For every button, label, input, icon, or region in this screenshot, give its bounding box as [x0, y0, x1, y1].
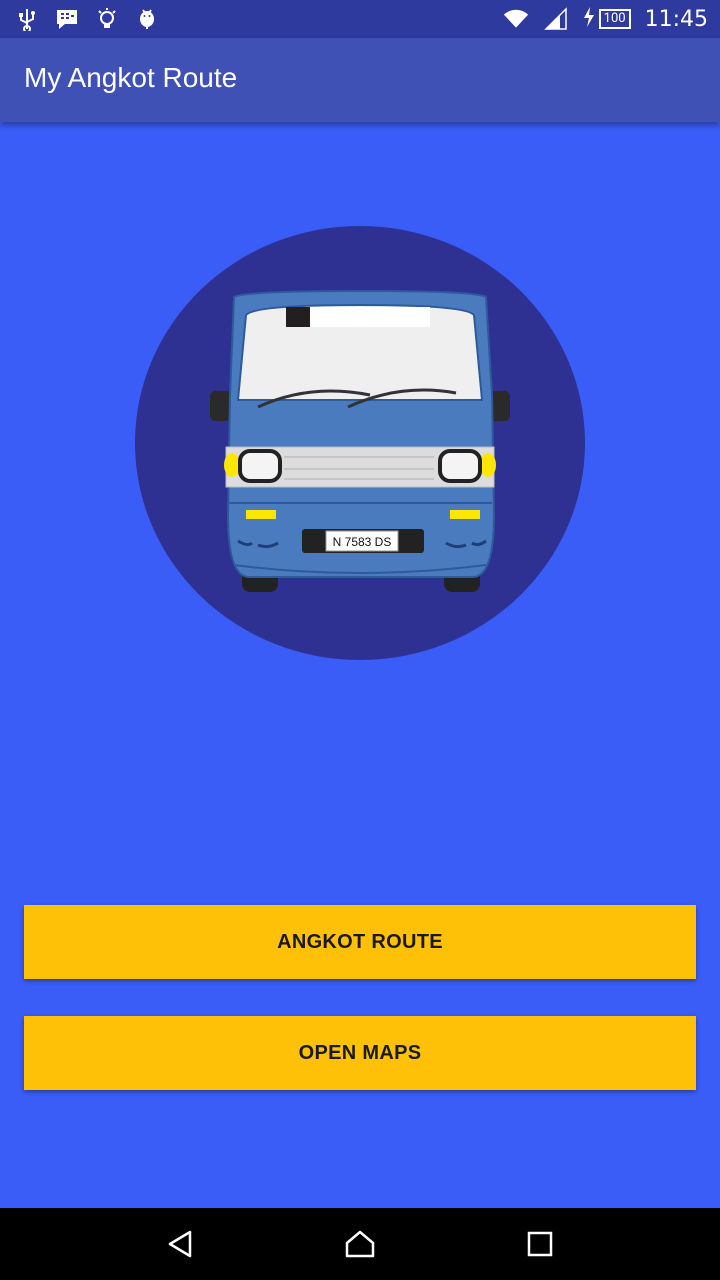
left-indicator: [224, 453, 240, 477]
back-icon: [166, 1229, 194, 1263]
open-maps-button[interactable]: OPEN MAPS: [24, 1016, 696, 1090]
recents-icon: [527, 1231, 553, 1261]
lightbulb-icon: [94, 6, 120, 32]
right-indicator: [480, 453, 496, 477]
license-plate-text: N 7583 DS: [333, 535, 392, 549]
charging-icon: [583, 7, 595, 31]
usb-icon: [14, 6, 40, 32]
route-sign-dark: [286, 307, 310, 327]
home-icon: [344, 1229, 376, 1263]
navigation-bar: [0, 1208, 720, 1280]
hero-illustration: N 7583 DS: [134, 225, 586, 661]
app-bar: My Angkot Route: [0, 38, 720, 122]
route-sign: [310, 307, 430, 327]
right-headlight: [438, 449, 482, 483]
battery-indicator: 100: [583, 7, 631, 31]
bbm-icon: [54, 6, 80, 32]
left-headlight: [238, 449, 282, 483]
angkot-route-button[interactable]: ANGKOT ROUTE: [24, 905, 696, 979]
right-fog-light: [450, 510, 480, 519]
battery-level: 100: [603, 11, 626, 26]
angkot-van-illustration: N 7583 DS: [135, 226, 585, 660]
left-fog-light: [246, 510, 276, 519]
back-button[interactable]: [160, 1226, 200, 1266]
signal-icon: [543, 6, 569, 32]
status-bar: 100 11:45: [0, 0, 720, 38]
clock: 11:45: [644, 6, 708, 32]
battery-icon: 100: [598, 9, 631, 29]
home-button[interactable]: [340, 1226, 380, 1266]
recents-button[interactable]: [520, 1226, 560, 1266]
android-debug-icon: [134, 6, 160, 32]
app-title: My Angkot Route: [24, 62, 238, 93]
wifi-icon: [503, 6, 529, 32]
